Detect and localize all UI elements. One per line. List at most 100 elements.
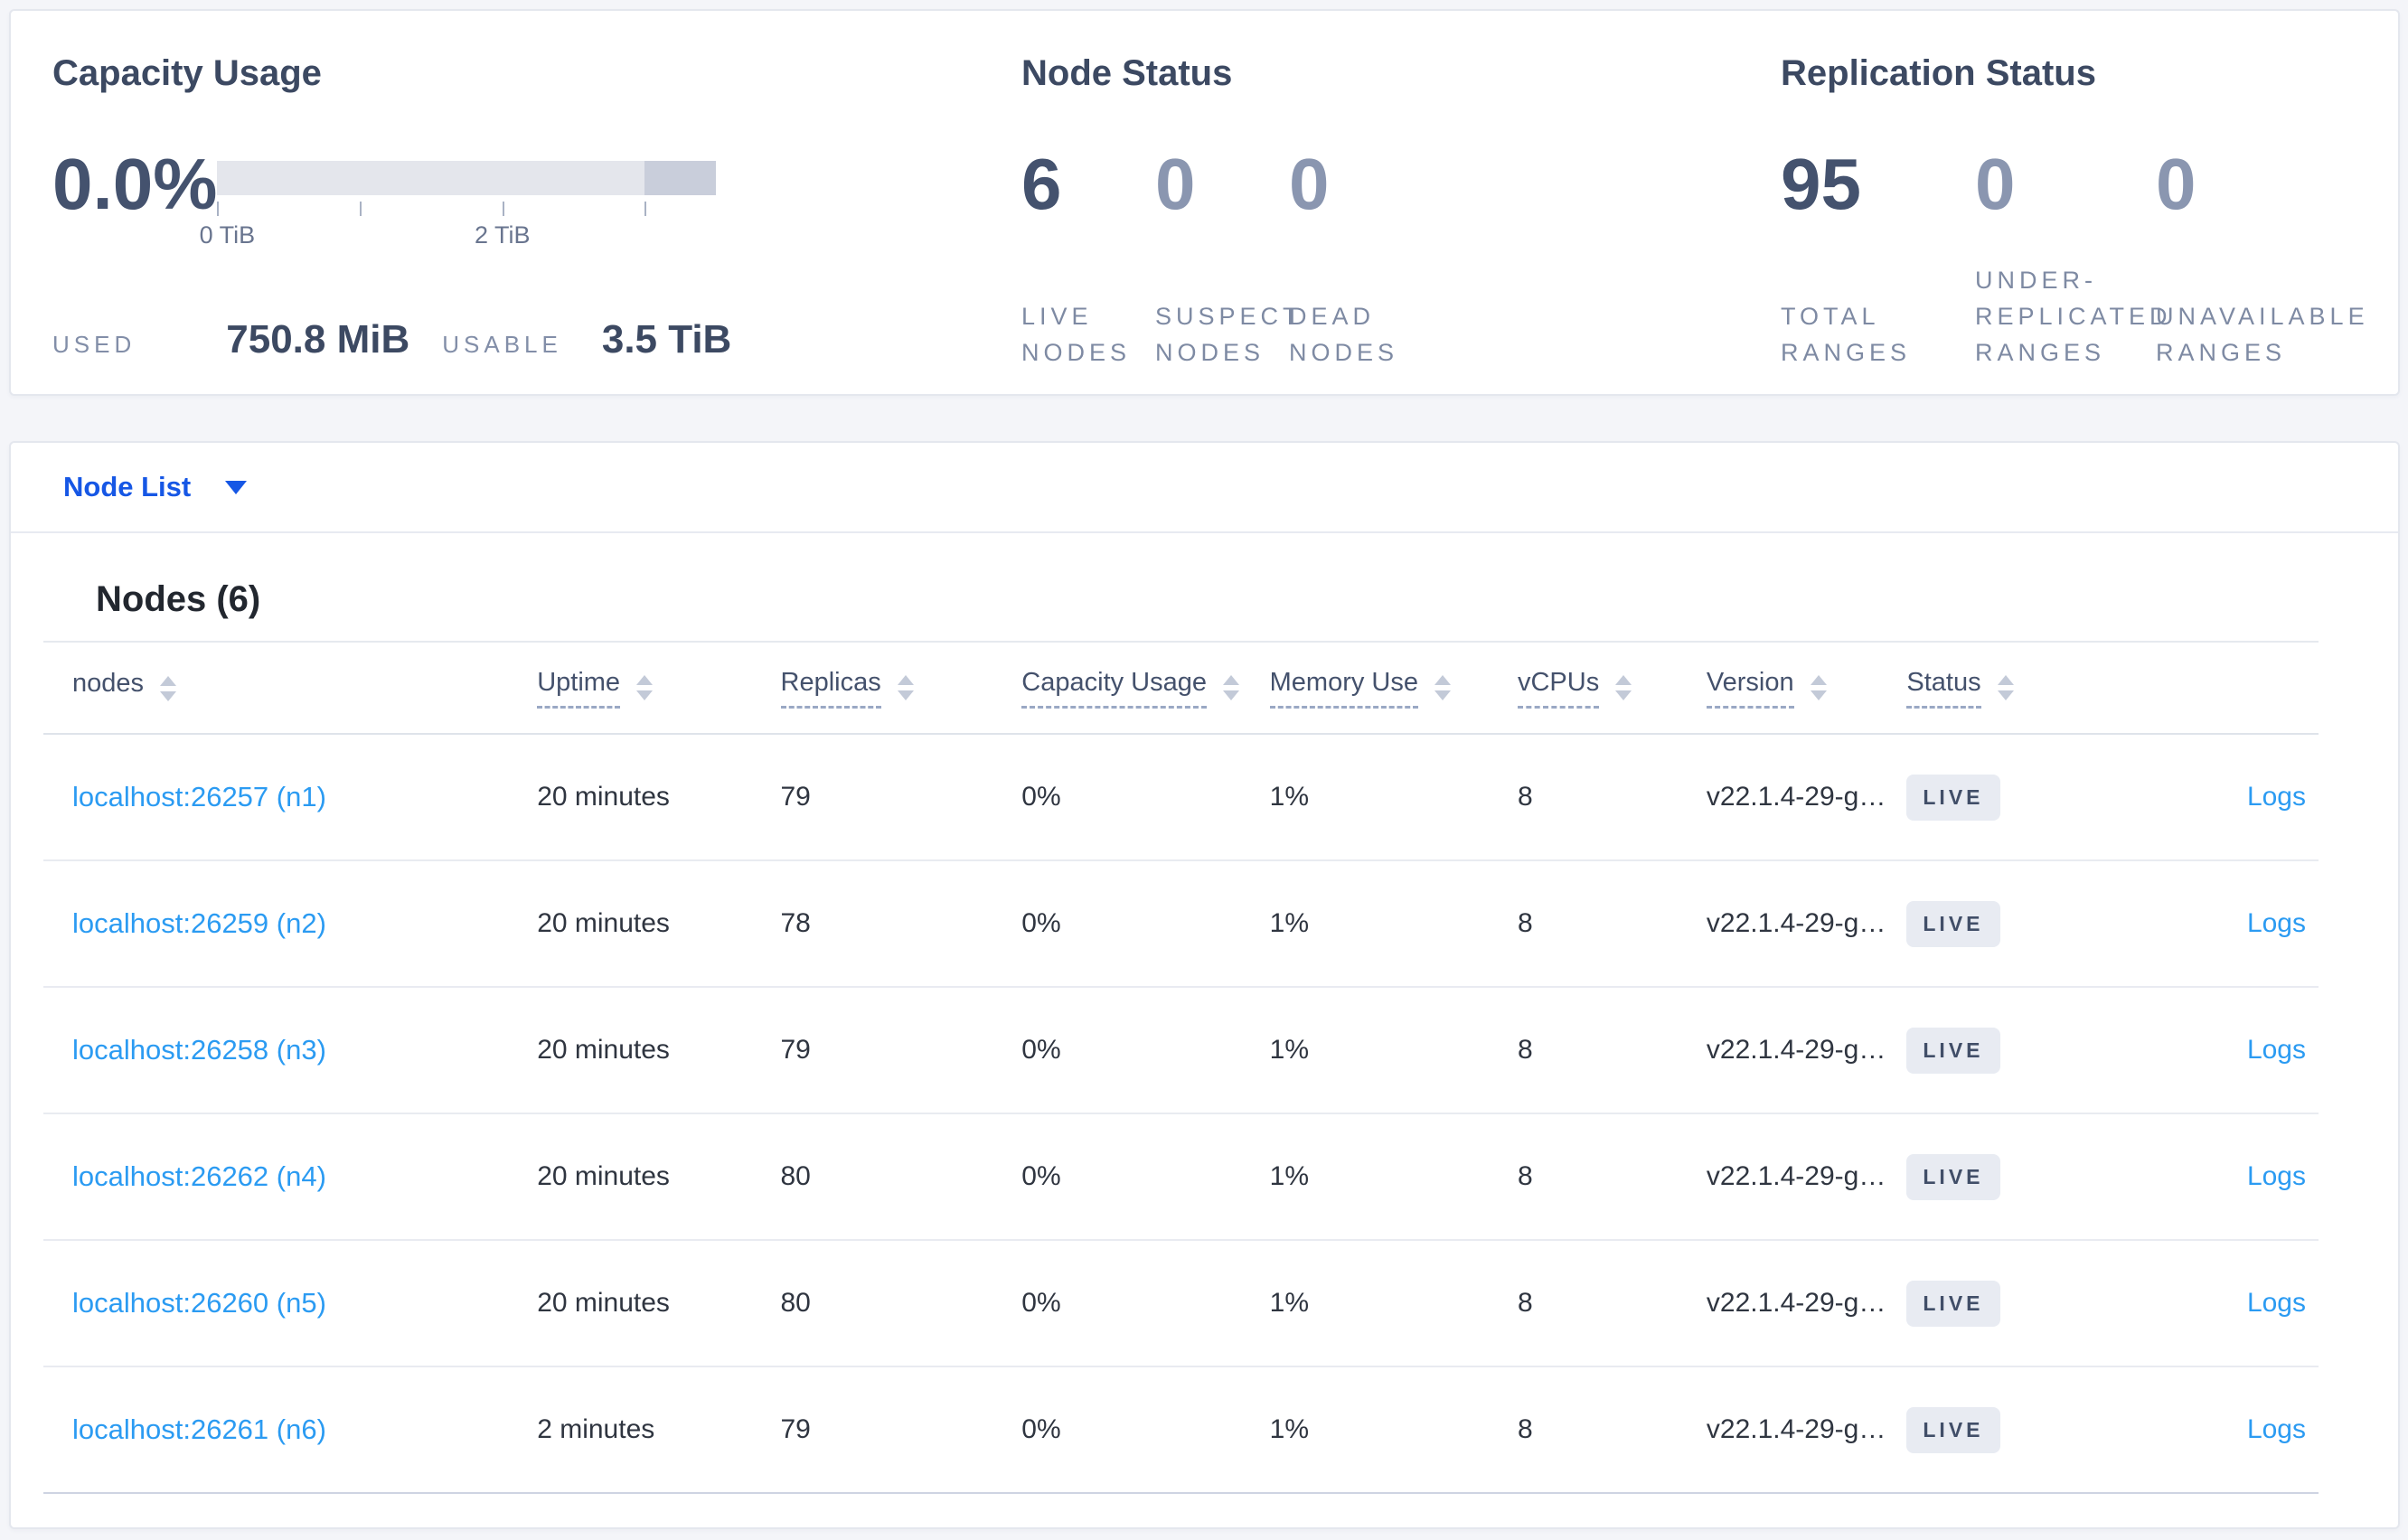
used-value: 750.8 MiB <box>226 317 410 362</box>
axis-tick-label: 0 TiB <box>199 221 256 249</box>
used-label: USED <box>52 331 136 358</box>
logs-link[interactable]: Logs <box>2247 1161 2306 1191</box>
sort-arrows-icon <box>636 674 654 700</box>
status-badge: LIVE <box>1906 1027 2000 1074</box>
replicas-cell: 79 <box>780 1414 811 1444</box>
column-header-status[interactable]: Status <box>1906 668 2106 709</box>
status-badge: LIVE <box>1906 774 2000 821</box>
column-header-nodes[interactable]: nodes <box>43 669 537 707</box>
table-row-n4: localhost:26262 (n4) 20 minutes 80 0% 1%… <box>43 1114 2319 1241</box>
version-cell: v22.1.4-29-g… <box>1706 1161 1886 1191</box>
replicas-cell: 79 <box>780 1035 811 1065</box>
uptime-cell: 20 minutes <box>537 1161 670 1191</box>
live-nodes-stat: 6 LIVE NODES <box>1021 141 1155 371</box>
node-link[interactable]: localhost:26261 (n6) <box>72 1413 326 1445</box>
table-row-n5: localhost:26260 (n5) 20 minutes 80 0% 1%… <box>43 1241 2319 1367</box>
axis-tick <box>502 202 504 216</box>
node-link[interactable]: localhost:26262 (n4) <box>72 1160 326 1192</box>
memory-use-cell: 1% <box>1269 908 1309 938</box>
memory-use-cell: 1% <box>1269 1035 1309 1065</box>
status-badge: LIVE <box>1906 1153 2000 1200</box>
vcpus-cell: 8 <box>1517 1035 1533 1065</box>
logs-link[interactable]: Logs <box>2247 1288 2306 1318</box>
logs-link[interactable]: Logs <box>2247 1035 2306 1065</box>
memory-use-cell: 1% <box>1269 782 1309 812</box>
total-ranges-label: TOTAL RANGES <box>1781 303 1912 366</box>
sort-arrows-icon <box>1615 674 1632 700</box>
capacity-usage-cell: 0% <box>1021 1035 1061 1065</box>
usable-label: USABLE <box>442 331 562 358</box>
nodes-table-header: nodes Uptime Replicas Capacity Usage Mem… <box>43 641 2319 735</box>
capacity-usage-section: Capacity Usage 0.0% 0 TiB 2 TiB USED 750… <box>11 11 1021 394</box>
vcpus-cell: 8 <box>1517 1161 1533 1191</box>
axis-tick <box>644 202 647 216</box>
node-link[interactable]: localhost:26259 (n2) <box>72 907 326 939</box>
sort-arrows-icon <box>1434 674 1451 700</box>
cluster-summary-panel: Capacity Usage 0.0% 0 TiB 2 TiB USED 750… <box>9 9 2400 396</box>
capacity-usage-cell: 0% <box>1021 782 1061 812</box>
usable-value: 3.5 TiB <box>601 317 732 362</box>
column-header-capacity-usage[interactable]: Capacity Usage <box>1021 668 1269 709</box>
vcpus-cell: 8 <box>1517 782 1533 812</box>
caret-down-icon <box>225 480 248 494</box>
capacity-usage-cell: 0% <box>1021 1161 1061 1191</box>
nodes-table: nodes Uptime Replicas Capacity Usage Mem… <box>43 641 2319 1494</box>
column-header-replicas[interactable]: Replicas <box>780 668 1022 709</box>
uptime-cell: 20 minutes <box>537 1035 670 1065</box>
dead-nodes-stat: 0 DEAD NODES <box>1289 141 1423 371</box>
logs-link[interactable]: Logs <box>2247 1414 2306 1444</box>
column-header-vcpus[interactable]: vCPUs <box>1517 668 1707 709</box>
logs-link[interactable]: Logs <box>2247 782 2306 812</box>
node-status-title: Node Status <box>1021 53 1233 93</box>
status-badge: LIVE <box>1906 1406 2000 1453</box>
sort-arrows-icon <box>897 674 914 700</box>
replicas-cell: 79 <box>780 782 811 812</box>
table-row-n1: localhost:26257 (n1) 20 minutes 79 0% 1%… <box>43 735 2319 861</box>
table-row-n3: localhost:26258 (n3) 20 minutes 79 0% 1%… <box>43 988 2319 1114</box>
node-link[interactable]: localhost:26258 (n3) <box>72 1034 326 1066</box>
replicas-cell: 78 <box>780 908 811 938</box>
sort-arrows-icon <box>1997 674 2014 700</box>
suspect-nodes-stat: 0 SUSPECT NODES <box>1155 141 1303 371</box>
column-header-version[interactable]: Version <box>1706 668 1906 709</box>
under-replicated-ranges-value: 0 <box>1975 144 2016 224</box>
suspect-nodes-value: 0 <box>1155 144 1196 224</box>
total-ranges-stat: 95 TOTAL RANGES <box>1781 141 1975 371</box>
capacity-bar-dark-segment <box>644 161 717 195</box>
sort-arrows-icon <box>160 676 177 701</box>
capacity-used-percent: 0.0% <box>52 144 218 224</box>
capacity-usage-cell: 0% <box>1021 1288 1061 1318</box>
uptime-cell: 20 minutes <box>537 782 670 812</box>
column-header-memory-use[interactable]: Memory Use <box>1269 668 1518 709</box>
node-list-dropdown[interactable]: Node List <box>11 443 2398 533</box>
logs-link[interactable]: Logs <box>2247 908 2306 938</box>
dead-nodes-value: 0 <box>1289 144 1330 224</box>
uptime-cell: 2 minutes <box>537 1414 655 1444</box>
unavailable-ranges-value: 0 <box>2156 144 2196 224</box>
node-link[interactable]: localhost:26260 (n5) <box>72 1287 326 1319</box>
vcpus-cell: 8 <box>1517 1288 1533 1318</box>
uptime-cell: 20 minutes <box>537 1288 670 1318</box>
sort-arrows-icon <box>1223 674 1240 700</box>
sort-arrows-icon <box>1810 674 1827 700</box>
memory-use-cell: 1% <box>1269 1161 1309 1191</box>
capacity-usage-cell: 0% <box>1021 908 1061 938</box>
version-cell: v22.1.4-29-g… <box>1706 782 1886 812</box>
nodes-heading: Nodes (6) <box>96 579 261 619</box>
table-row-n6: localhost:26261 (n6) 2 minutes 79 0% 1% … <box>43 1367 2319 1494</box>
capacity-usage-cell: 0% <box>1021 1414 1061 1444</box>
capacity-bar-chart: 0 TiB 2 TiB <box>200 161 717 254</box>
status-badge: LIVE <box>1906 1280 2000 1327</box>
replication-status-section: Replication Status 95 TOTAL RANGES 0 UND… <box>1781 11 2398 394</box>
version-cell: v22.1.4-29-g… <box>1706 908 1886 938</box>
dead-nodes-label: DEAD NODES <box>1289 303 1399 366</box>
node-link[interactable]: localhost:26257 (n1) <box>72 781 326 812</box>
column-header-uptime[interactable]: Uptime <box>537 668 780 709</box>
suspect-nodes-label: SUSPECT NODES <box>1155 303 1303 366</box>
capacity-bar-usable-segment <box>217 161 645 195</box>
node-status-section: Node Status 6 LIVE NODES 0 SUSPECT NODES… <box>1021 11 1781 394</box>
memory-use-cell: 1% <box>1269 1288 1309 1318</box>
axis-tick <box>217 202 220 216</box>
axis-tick-label: 2 TiB <box>474 221 531 249</box>
live-nodes-label: LIVE NODES <box>1021 303 1132 366</box>
